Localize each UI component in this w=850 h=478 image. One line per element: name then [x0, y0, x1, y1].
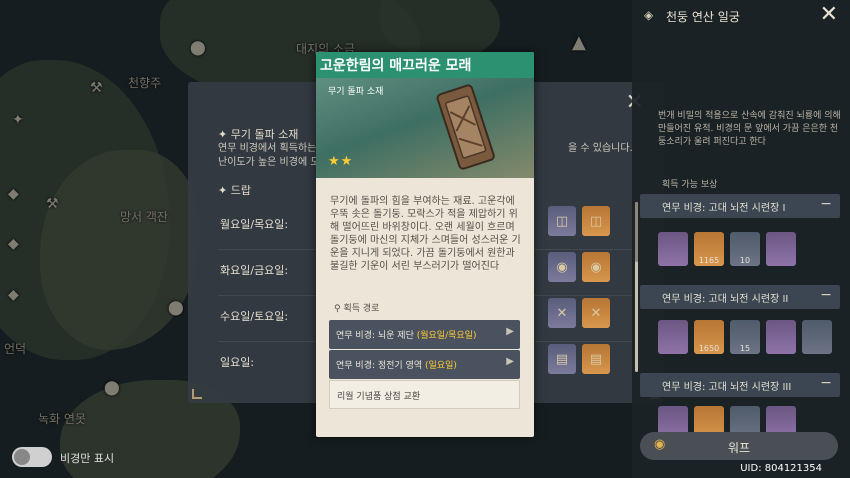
day-label: 화요일/금요일: [220, 264, 289, 277]
source-text: 연무 비경: 정전기 영역 [336, 361, 425, 371]
material-icon[interactable]: ◫ [548, 206, 576, 236]
desc-line1: 연무 비경에서 획득하는 [218, 143, 317, 154]
section-drop-label: 드랍 [230, 184, 251, 197]
reward-icon[interactable] [658, 320, 688, 354]
desc-line2: 난이도가 높은 비경에 도 [218, 157, 320, 168]
day-label: 일요일: [220, 356, 255, 369]
day-label: 월요일/목요일: [220, 218, 289, 231]
reward-count: 10 [739, 256, 751, 265]
item-detail-card: 고운한림의 매끄러운 모래 무기 돌파 소재 ★★ 무기에 돌파의 힘을 부여하… [316, 52, 534, 437]
collapse-icon[interactable]: − [820, 196, 832, 212]
source-label: 연무 비경: 정전기 영역 (일요일) [336, 358, 457, 371]
material-icon[interactable]: ✕ [582, 298, 610, 328]
rewards-label: 획득 가능 보상 [662, 180, 718, 190]
arrow-right-icon: ▶ [506, 356, 514, 367]
toggle-label: 비경만 표시 [60, 452, 115, 465]
warp-button[interactable]: ◉ 워프 [640, 432, 838, 460]
material-icon[interactable]: ◉ [582, 252, 610, 282]
day-label: 수요일/토요일: [220, 310, 289, 323]
scrollbar-thumb[interactable] [635, 202, 638, 262]
material-icon[interactable]: ✕ [548, 298, 576, 328]
reward-icon[interactable] [766, 320, 796, 354]
reward-list: 1165 10 [658, 232, 796, 266]
domain-only-toggle[interactable] [12, 447, 52, 467]
source-shop-label: 리월 기념품 상점 교환 [337, 392, 421, 402]
source-shop: 리월 기념품 상점 교환 [329, 380, 520, 409]
desc-tail: 을 수 있습니다. [568, 143, 633, 154]
trial-header[interactable]: 연무 비경: 고대 뇌전 시련장 II − [640, 285, 840, 309]
trial-name: 연무 비경: 고대 뇌전 시련장 III [662, 382, 792, 393]
reward-icon[interactable]: 1650 [694, 320, 724, 354]
source-label: 연무 비경: 뇌운 제단 (월요일/목요일) [336, 328, 476, 341]
gem-icon: ◈ [644, 8, 654, 22]
collapse-icon[interactable]: − [820, 287, 832, 303]
source-text: 연무 비경: 뇌운 제단 [336, 331, 417, 341]
source-days: (월요일/목요일) [416, 331, 477, 341]
material-icon[interactable]: ▤ [548, 344, 576, 374]
reward-icon[interactable] [802, 320, 832, 354]
section-material-header: ✦ 무기 돌파 소재 [218, 128, 299, 141]
reward-icon[interactable] [658, 232, 688, 266]
reward-icon[interactable]: 10 [730, 232, 760, 266]
item-name: 고운한림의 매끄러운 모래 [320, 58, 472, 74]
material-list: ◉ ◉ [548, 252, 610, 282]
reward-icon[interactable] [766, 232, 796, 266]
reward-list: 1650 15 [658, 320, 832, 354]
item-category: 무기 돌파 소재 [328, 87, 384, 97]
material-icon[interactable]: ◫ [582, 206, 610, 236]
reward-count: 1165 [698, 256, 720, 265]
reward-count: 15 [739, 344, 751, 353]
uid-label: UID: 804121354 [740, 463, 822, 474]
trial-name: 연무 비경: 고대 뇌전 시련장 I [662, 203, 786, 214]
source-domain-button[interactable]: 연무 비경: 뇌운 제단 (월요일/목요일) ▶ [329, 320, 520, 349]
reward-count: 1650 [698, 344, 720, 353]
source-header-label: 획득 경로 [343, 304, 380, 314]
trial-header[interactable]: 연무 비경: 고대 뇌전 시련장 I − [640, 194, 840, 218]
section-drop-header: ✦ 드랍 [218, 184, 251, 197]
domain-info-description: 번개 비밀의 적용으로 산속에 감춰진 뇌룡에 의해 만들어진 유적. 비경의 … [658, 111, 841, 147]
reward-icon[interactable]: 15 [730, 320, 760, 354]
warp-label: 워프 [727, 441, 751, 455]
rarity-stars: ★★ [328, 154, 354, 169]
material-list: ◫ ◫ [548, 206, 610, 236]
collapse-icon[interactable]: − [820, 375, 832, 391]
trial-name: 연무 비경: 고대 뇌전 시련장 II [662, 294, 789, 305]
arrow-right-icon: ▶ [506, 326, 514, 337]
reward-icon[interactable]: 1165 [694, 232, 724, 266]
domain-title: 천둥 연산 일궁 [666, 10, 740, 24]
source-header: ⚲ 획득 경로 [334, 304, 380, 314]
domain-info-panel: ◈ 천둥 연산 일궁 ✕ 번개 비밀의 적용으로 산속에 감춰진 뇌룡에 의해 … [632, 0, 850, 478]
trial-header[interactable]: 연무 비경: 고대 뇌전 시련장 III − [640, 373, 840, 397]
item-description: 무기에 돌파의 힘을 부여하는 재료. 고운각에 우뚝 솟은 돌기둥. 모락스가… [330, 196, 521, 272]
item-title-bar: 고운한림의 매끄러운 모래 [316, 52, 534, 78]
material-icon[interactable]: ▤ [582, 344, 610, 374]
material-list: ▤ ▤ [548, 344, 610, 374]
source-domain-button[interactable]: 연무 비경: 정전기 영역 (일요일) ▶ [329, 350, 520, 379]
material-icon[interactable]: ◉ [548, 252, 576, 282]
section-material-label: 무기 돌파 소재 [230, 128, 299, 141]
close-icon[interactable]: ✕ [820, 2, 838, 27]
source-days: (일요일) [425, 361, 457, 371]
material-list: ✕ ✕ [548, 298, 610, 328]
